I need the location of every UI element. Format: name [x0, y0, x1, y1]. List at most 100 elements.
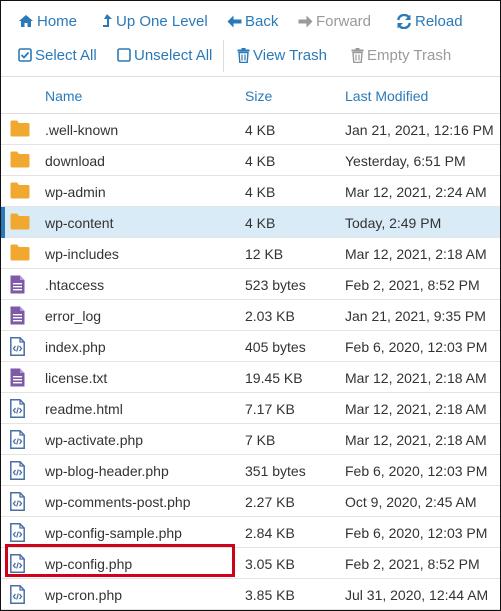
- view-trash-button[interactable]: View Trash: [237, 40, 327, 70]
- up-one-level-button[interactable]: Up One Level: [102, 6, 208, 36]
- reload-label: Reload: [415, 12, 463, 30]
- file-name: .htaccess: [45, 277, 105, 293]
- file-row[interactable]: wp-content 4 KB Today, 2:49 PM: [1, 207, 500, 238]
- file-row[interactable]: error_log 2.03 KB Jan 21, 2021, 9:35 PM: [1, 300, 500, 331]
- file-last-modified: Feb 6, 2020, 12:03 PM: [345, 525, 488, 541]
- code-file-icon: [10, 585, 25, 607]
- column-header-last-modified[interactable]: Last Modified: [345, 88, 428, 104]
- file-row[interactable]: license.txt 19.45 KB Mar 12, 2021, 2:18 AM: [1, 362, 500, 393]
- file-size: 2.03 KB: [245, 308, 295, 324]
- file-size: 3.05 KB: [245, 556, 295, 572]
- select-all-label: Select All: [35, 46, 97, 64]
- file-row[interactable]: wp-config-sample.php 2.84 KB Feb 6, 2020, …: [1, 517, 500, 548]
- file-row[interactable]: .htaccess 523 bytes Feb 2, 2021, 8:52 PM: [1, 269, 500, 300]
- file-size: 4 KB: [245, 122, 276, 138]
- file-name: readme.html: [45, 401, 123, 417]
- empty-trash-label: Empty Trash: [367, 46, 452, 64]
- folder-icon: [10, 120, 30, 140]
- file-name: .well-known: [45, 122, 119, 138]
- file-size: 12 KB: [245, 246, 284, 262]
- toolbar-divider: [223, 40, 224, 72]
- file-last-modified: Today, 2:49 PM: [345, 215, 442, 231]
- back-label: Back: [245, 12, 279, 30]
- back-button[interactable]: Back: [227, 6, 278, 36]
- checked-box-icon: [18, 48, 32, 62]
- file-size: 4 KB: [245, 184, 276, 200]
- file-row[interactable]: readme.html 7.17 KB Mar 12, 2021, 2:18 AM: [1, 393, 500, 424]
- file-size: 2.84 KB: [245, 525, 295, 541]
- code-file-icon: [10, 523, 25, 545]
- code-file-icon: [10, 399, 25, 421]
- file-row[interactable]: wp-admin 4 KB Mar 12, 2021, 2:24 AM: [1, 176, 500, 207]
- file-row[interactable]: wp-activate.php 7 KB Mar 12, 2021, 2:18 AM: [1, 424, 500, 455]
- selection-indicator: [1, 207, 5, 238]
- file-list: .well-known 4 KB Jan 21, 2021, 12:16 PM dow…: [1, 114, 500, 610]
- file-row[interactable]: index.php 405 bytes Feb 6, 2020, 12:03 PM: [1, 331, 500, 362]
- file-row[interactable]: download 4 KB Yesterday, 6:51 PM: [1, 145, 500, 176]
- text-file-icon: [10, 275, 25, 297]
- file-last-modified: Feb 6, 2020, 12:03 PM: [345, 339, 488, 355]
- toolbar: Home Up One Level Back Forward Reload Se…: [1, 1, 500, 77]
- file-name: wp-admin: [45, 184, 106, 200]
- file-name: wp-cron.php: [45, 587, 123, 603]
- reload-icon: [397, 13, 411, 29]
- folder-icon: [10, 151, 30, 171]
- file-size: 7 KB: [245, 432, 276, 448]
- file-size: 3.85 KB: [245, 587, 295, 603]
- file-last-modified: Mar 12, 2021, 2:18 AM: [345, 246, 487, 262]
- arrow-left-icon: [227, 15, 242, 27]
- file-last-modified: Feb 2, 2021, 8:52 PM: [345, 556, 480, 572]
- file-name: license.txt: [45, 370, 108, 386]
- view-trash-label: View Trash: [253, 46, 327, 64]
- file-last-modified: Mar 12, 2021, 2:18 AM: [345, 432, 487, 448]
- file-last-modified: Yesterday, 6:51 PM: [345, 153, 466, 169]
- file-row[interactable]: wp-config.php 3.05 KB Feb 2, 2021, 8:52 PM: [1, 548, 500, 579]
- folder-icon: [10, 244, 30, 264]
- file-size: 4 KB: [245, 153, 276, 169]
- forward-label: Forward: [316, 12, 372, 30]
- code-file-icon: [10, 337, 25, 359]
- home-label: Home: [37, 12, 78, 30]
- arrow-right-icon: [298, 15, 313, 27]
- column-header-size[interactable]: Size: [245, 88, 272, 104]
- column-header-name[interactable]: Name: [45, 88, 82, 104]
- code-file-icon: [10, 492, 25, 514]
- level-up-icon: [103, 13, 112, 27]
- file-manager: Home Up One Level Back Forward Reload Se…: [0, 0, 501, 611]
- file-row[interactable]: wp-includes 12 KB Mar 12, 2021, 2:18 AM: [1, 238, 500, 269]
- file-last-modified: Jul 31, 2020, 12:44 AM: [345, 587, 489, 603]
- file-size: 2.27 KB: [245, 494, 295, 510]
- trash-icon: [351, 47, 364, 63]
- folder-icon: [10, 182, 30, 202]
- text-file-icon: [10, 306, 25, 328]
- reload-button[interactable]: Reload: [396, 6, 463, 36]
- up-one-level-label: Up One Level: [116, 12, 208, 30]
- file-row[interactable]: wp-comments-post.php 2.27 KB Oct 9, 2020, …: [1, 486, 500, 517]
- file-row[interactable]: .well-known 4 KB Jan 21, 2021, 12:16 PM: [1, 114, 500, 145]
- file-size: 351 bytes: [245, 463, 306, 479]
- file-name: error_log: [45, 308, 102, 324]
- file-name: wp-blog-header.php: [45, 463, 169, 479]
- file-last-modified: Mar 12, 2021, 2:24 AM: [345, 184, 487, 200]
- file-name: wp-comments-post.php: [45, 494, 191, 510]
- folder-icon: [10, 213, 30, 233]
- unselect-all-button[interactable]: Unselect All: [117, 40, 212, 70]
- file-name: wp-includes: [45, 246, 119, 262]
- file-row[interactable]: wp-cron.php 3.85 KB Jul 31, 2020, 12:44 AM: [1, 579, 500, 610]
- file-name: wp-activate.php: [45, 432, 144, 448]
- file-size: 523 bytes: [245, 277, 306, 293]
- file-last-modified: Mar 12, 2021, 2:18 AM: [345, 401, 487, 417]
- file-last-modified: Mar 12, 2021, 2:18 AM: [345, 370, 487, 386]
- file-name: wp-config.php: [45, 556, 133, 572]
- select-all-button[interactable]: Select All: [18, 40, 97, 70]
- file-name: wp-content: [45, 215, 114, 231]
- forward-button[interactable]: Forward: [298, 6, 371, 36]
- file-size: 7.17 KB: [245, 401, 295, 417]
- empty-trash-button[interactable]: Empty Trash: [351, 40, 451, 70]
- file-name: download: [45, 153, 105, 169]
- file-size: 4 KB: [245, 215, 276, 231]
- file-row[interactable]: wp-blog-header.php 351 bytes Feb 6, 2020, …: [1, 455, 500, 486]
- unselect-all-label: Unselect All: [134, 46, 213, 64]
- home-button[interactable]: Home: [18, 6, 77, 36]
- file-name: index.php: [45, 339, 106, 355]
